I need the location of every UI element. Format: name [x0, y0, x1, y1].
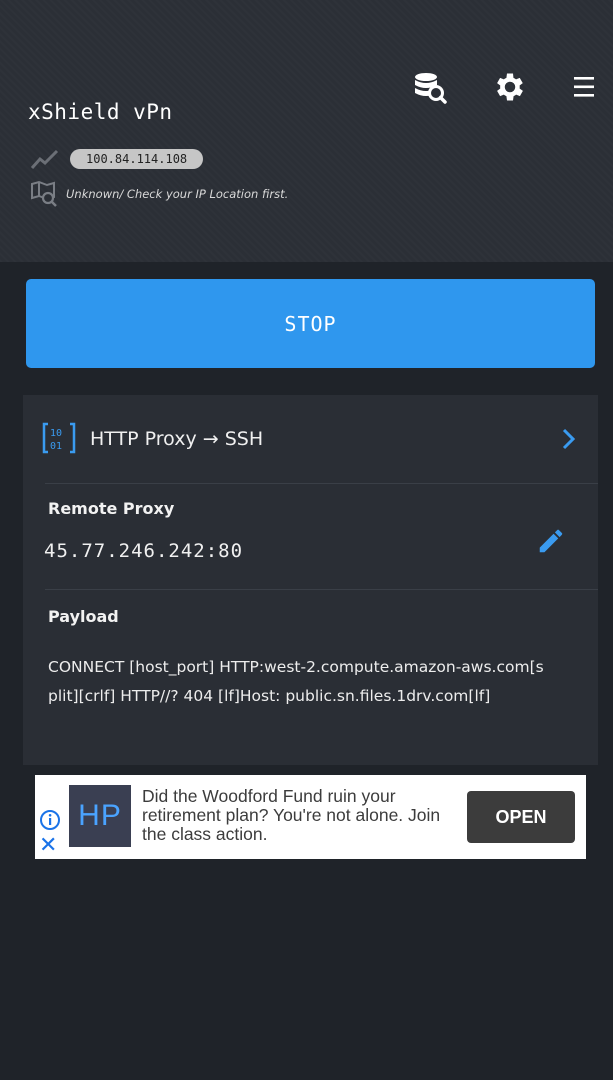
top-toolbar [0, 68, 613, 108]
ad-open-button[interactable]: OPEN [467, 791, 575, 843]
binary-code-icon: 10 01 [42, 422, 76, 454]
ad-text: Did the Woodford Fund ruin your retireme… [142, 786, 441, 844]
database-search-icon [415, 73, 447, 104]
stop-button[interactable]: STOP [26, 279, 595, 368]
database-search-button[interactable] [411, 68, 449, 106]
menu-button[interactable] [565, 68, 603, 106]
menu-icon [574, 77, 594, 97]
chevron-right-icon[interactable] [559, 427, 579, 451]
connection-card: 10 01 HTTP Proxy → SSH Remote Proxy 45.7… [23, 395, 598, 765]
divider [45, 589, 598, 590]
map-search-icon [31, 180, 57, 207]
location-text: Unknown/ Check your IP Location first. [66, 187, 289, 201]
ad-logo: HP [69, 785, 131, 847]
proxy-type-label: HTTP Proxy → SSH [90, 428, 264, 450]
close-icon[interactable]: ✕ [39, 835, 57, 857]
svg-text:01: 01 [50, 441, 62, 452]
trend-line-icon [30, 149, 59, 169]
info-icon[interactable] [39, 809, 61, 831]
payload-label: Payload [48, 607, 119, 626]
ad-banner[interactable]: ✕ HP Did the Woodford Fund ruin your ret… [35, 775, 586, 859]
proxy-type-row[interactable]: 10 01 HTTP Proxy → SSH [23, 395, 598, 483]
header: xShield vPn 100.84.114.108 Unknown/ Chec… [0, 0, 613, 262]
location-row: Unknown/ Check your IP Location first. [30, 180, 288, 208]
gear-icon [497, 73, 523, 101]
pencil-icon [539, 529, 563, 553]
ip-row: 100.84.114.108 [30, 146, 204, 172]
svg-text:10: 10 [50, 428, 62, 439]
divider [45, 483, 598, 484]
remote-proxy-label: Remote Proxy [48, 499, 175, 518]
settings-button[interactable] [491, 68, 529, 106]
remote-proxy-value: 45.77.246.242:80 [44, 540, 244, 562]
edit-remote-proxy-button[interactable] [531, 523, 571, 559]
payload-value[interactable]: CONNECT [host_port] HTTP:west-2.compute.… [48, 653, 548, 711]
ip-address-badge: 100.84.114.108 [70, 149, 204, 169]
